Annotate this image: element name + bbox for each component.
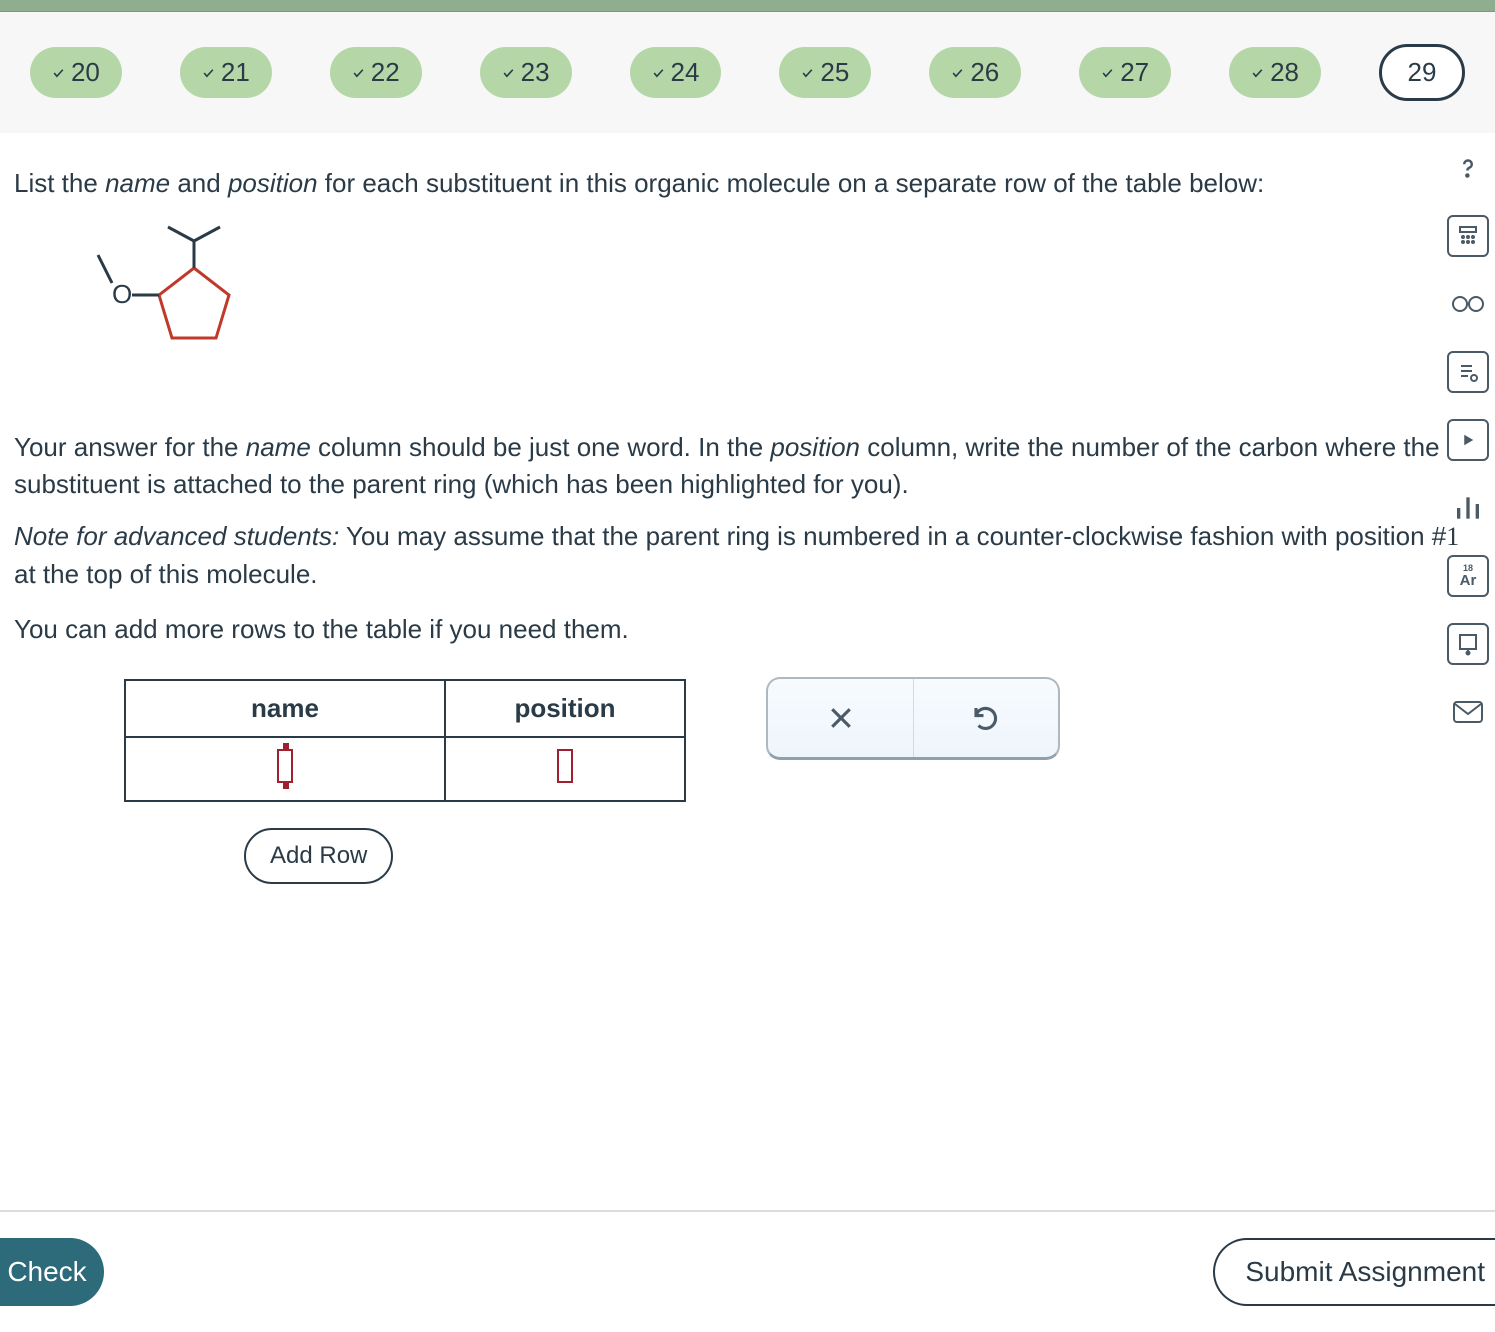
check-icon [652, 64, 665, 82]
pill-23[interactable]: 23 [480, 47, 572, 98]
check-icon [352, 64, 365, 82]
pill-label: 23 [521, 57, 550, 88]
calculator-icon [1456, 224, 1480, 248]
structure-button[interactable] [1447, 623, 1489, 665]
video-button[interactable] [1447, 419, 1489, 461]
header-name: name [125, 680, 445, 737]
undo-button[interactable] [913, 679, 1058, 757]
pill-29-current[interactable]: 29 [1379, 44, 1465, 101]
instructions-name-position: Your answer for the name column should b… [14, 429, 1481, 504]
check-button[interactable]: Check [0, 1238, 104, 1306]
check-icon [801, 64, 814, 82]
notes-icon [1456, 360, 1480, 384]
add-row-button[interactable]: Add Row [244, 828, 393, 884]
pill-label: 26 [970, 57, 999, 88]
text-cursor-icon [277, 749, 293, 783]
submit-assignment-button[interactable]: Submit Assignment [1213, 1238, 1495, 1306]
clear-button[interactable] [768, 679, 913, 757]
check-icon [951, 64, 964, 82]
pill-27[interactable]: 27 [1079, 47, 1171, 98]
header-position: position [445, 680, 685, 737]
mail-button[interactable] [1447, 691, 1489, 733]
pill-22[interactable]: 22 [330, 47, 422, 98]
pill-label: 28 [1270, 57, 1299, 88]
top-accent-bar [0, 0, 1495, 12]
progress-pills-row: 20 21 22 23 24 25 26 27 28 29 [0, 12, 1495, 133]
glasses-button[interactable] [1447, 283, 1489, 325]
input-toolbox [766, 677, 1060, 760]
pill-25[interactable]: 25 [779, 47, 871, 98]
pill-label: 29 [1408, 57, 1437, 88]
pill-28[interactable]: 28 [1229, 47, 1321, 98]
check-icon [1101, 64, 1114, 82]
stats-button[interactable] [1447, 487, 1489, 529]
table-row [125, 737, 685, 801]
help-button[interactable] [1447, 147, 1489, 189]
footer-bar: Check Submit Assignment [0, 1210, 1495, 1332]
pill-21[interactable]: 21 [180, 47, 272, 98]
tool-sidebar: 18 Ar [1447, 147, 1489, 733]
add-rows-hint: You can add more rows to the table if yo… [14, 611, 1481, 649]
check-icon [202, 64, 215, 82]
table-header-row: name position [125, 680, 685, 737]
question-content: List the name and position for each subs… [0, 133, 1495, 884]
bar-chart-icon [1452, 492, 1484, 524]
notes-button[interactable] [1447, 351, 1489, 393]
structure-icon [1456, 632, 1480, 656]
name-cell[interactable] [125, 737, 445, 801]
check-icon [1251, 64, 1264, 82]
pill-20[interactable]: 20 [30, 47, 122, 98]
pill-24[interactable]: 24 [630, 47, 722, 98]
pill-label: 22 [371, 57, 400, 88]
periodic-table-button[interactable]: 18 Ar [1447, 555, 1489, 597]
calculator-button[interactable] [1447, 215, 1489, 257]
prompt-line-1: List the name and position for each subs… [14, 165, 1481, 203]
molecule-diagram: O [14, 203, 1481, 423]
answer-table: name position [124, 679, 686, 802]
position-cell[interactable] [445, 737, 685, 801]
close-icon [826, 703, 856, 733]
help-icon [1453, 153, 1483, 183]
pill-label: 27 [1120, 57, 1149, 88]
check-icon [502, 64, 515, 82]
periodic-symbol: Ar [1460, 573, 1477, 588]
oxygen-label: O [112, 279, 132, 309]
undo-icon [971, 703, 1001, 733]
check-icon [52, 64, 65, 82]
pill-26[interactable]: 26 [929, 47, 1021, 98]
mail-icon [1452, 700, 1484, 724]
note-advanced: Note for advanced students: You may assu… [14, 518, 1481, 593]
glasses-icon [1451, 294, 1485, 314]
pill-label: 25 [820, 57, 849, 88]
empty-input-icon [557, 749, 573, 783]
pill-label: 24 [671, 57, 700, 88]
pill-label: 21 [221, 57, 250, 88]
play-icon [1459, 431, 1477, 449]
pill-label: 20 [71, 57, 100, 88]
